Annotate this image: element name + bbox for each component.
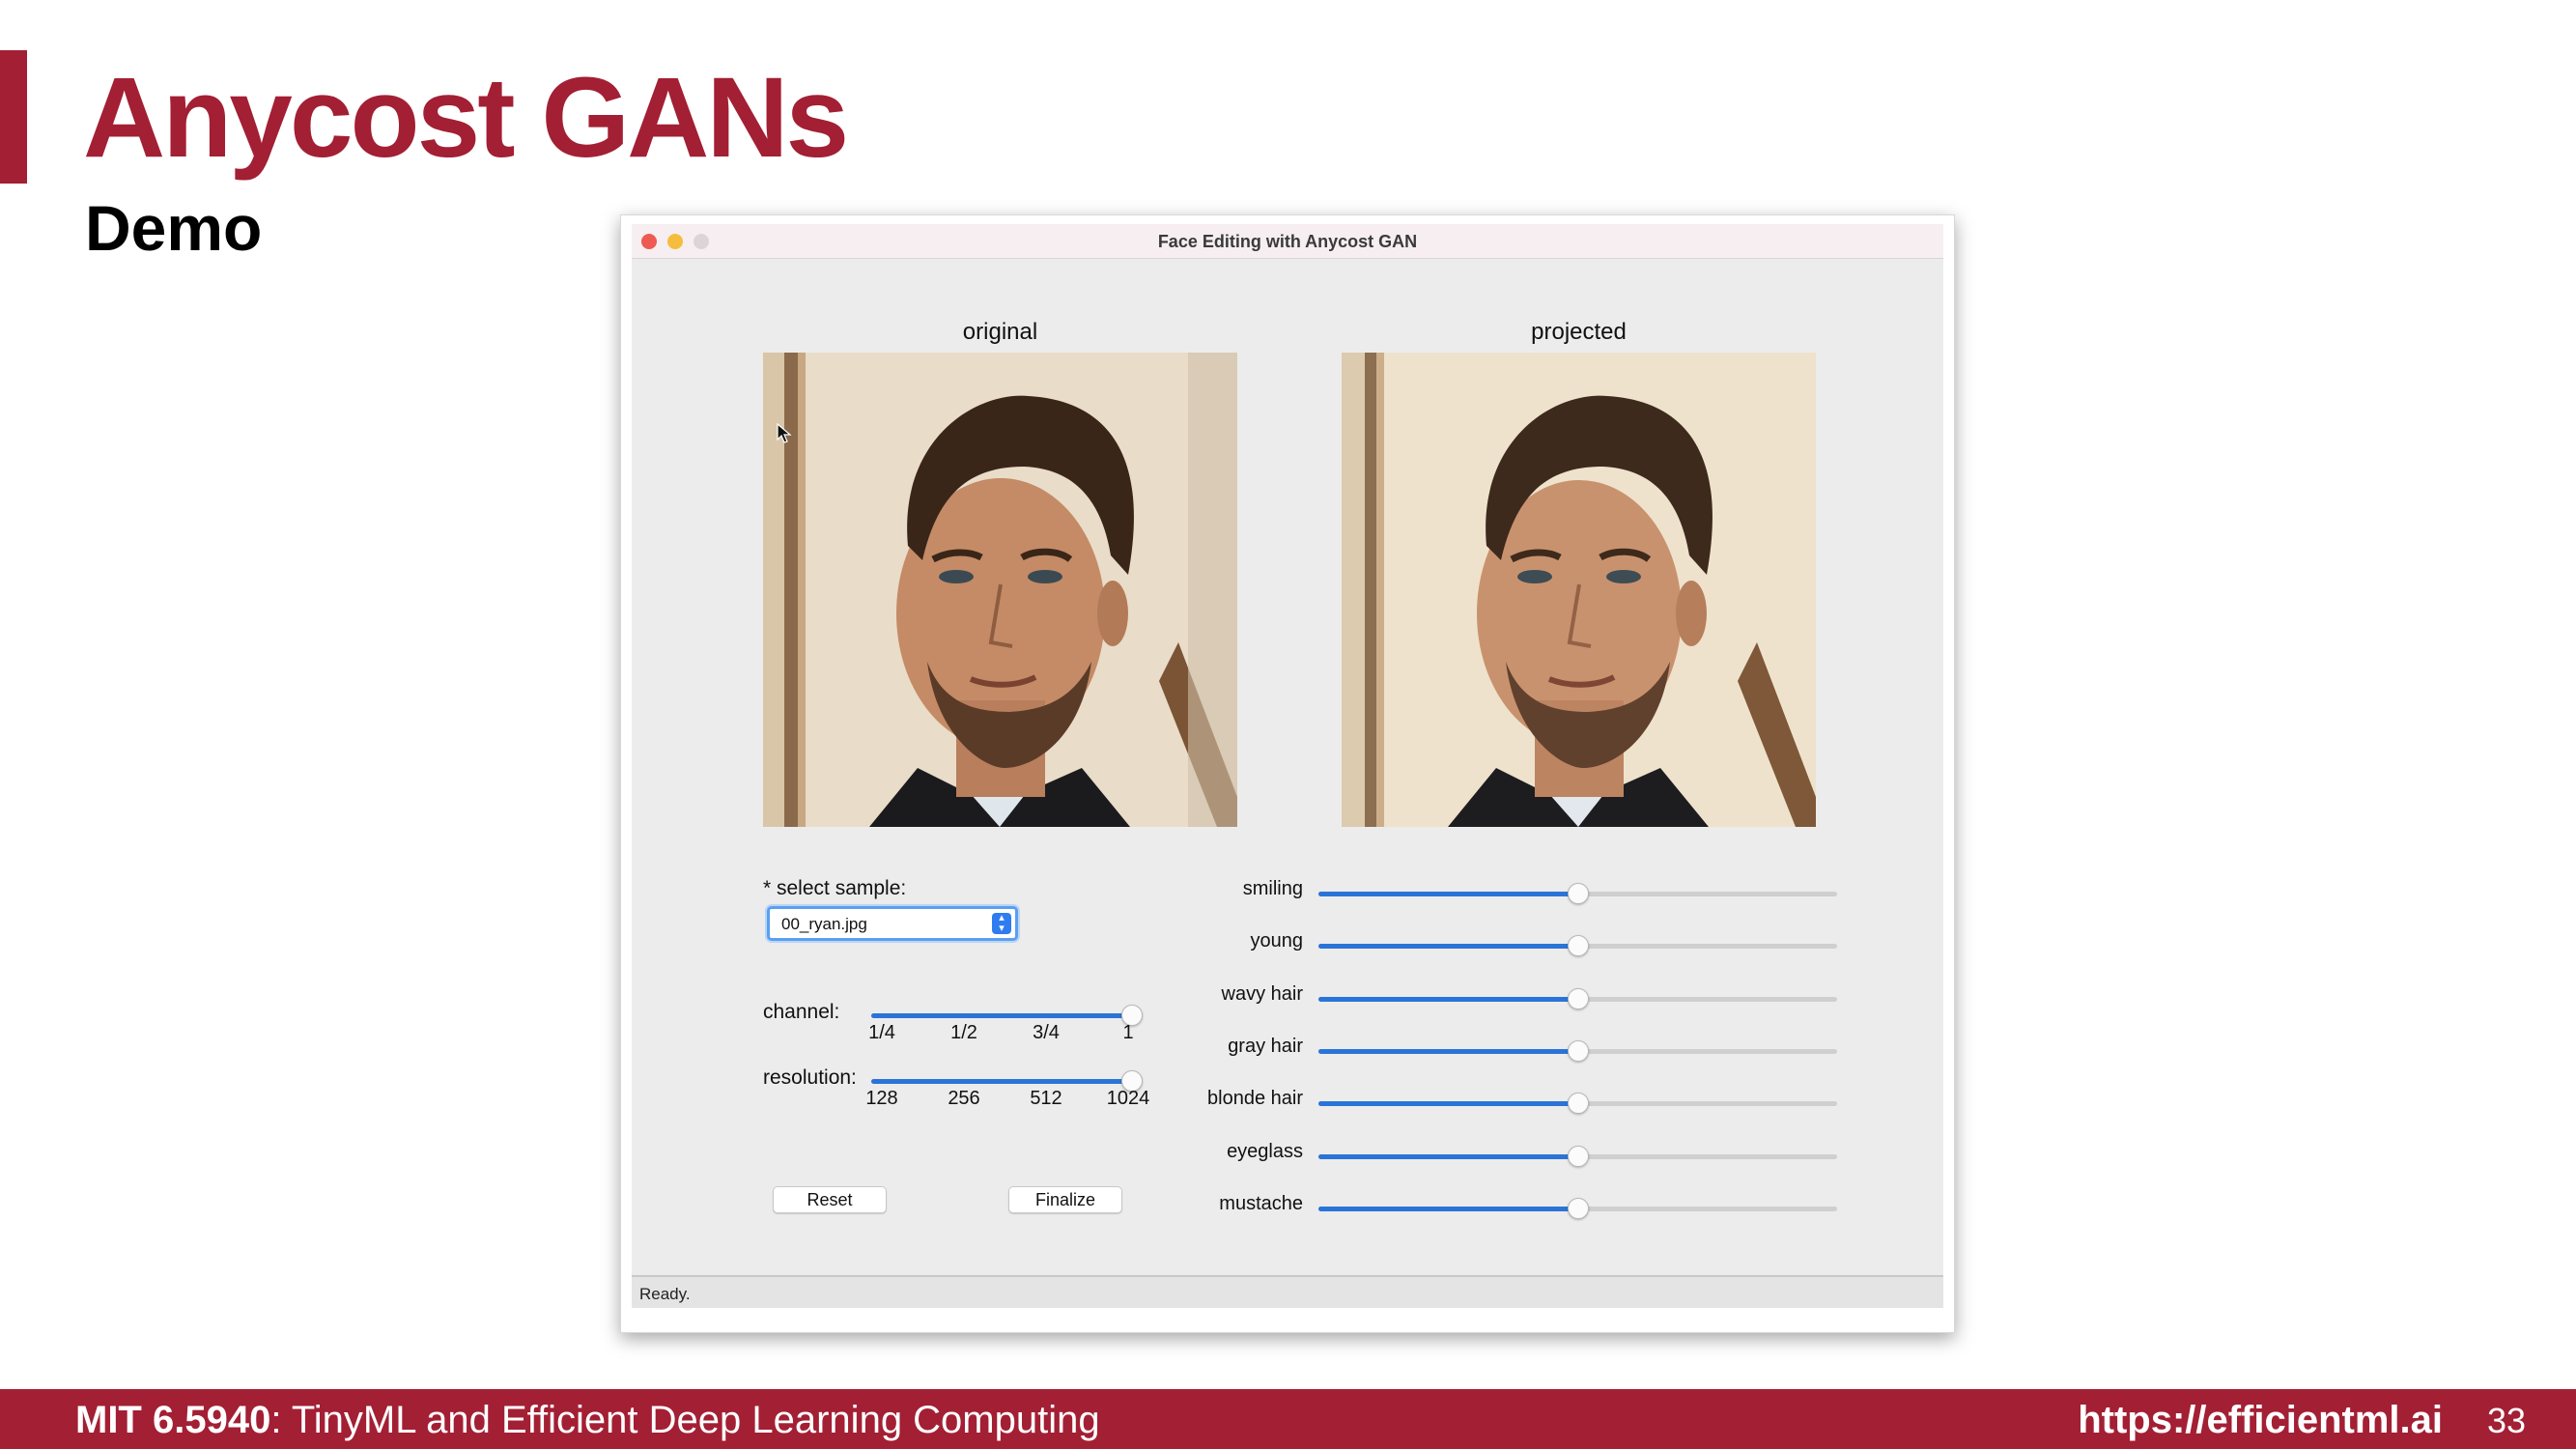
slide: Anycost GANs Demo Face Editing with Anyc… [0, 0, 2576, 1449]
attribute-slider-thumb[interactable] [1567, 883, 1589, 904]
attribute-label: smiling [1242, 878, 1303, 899]
original-image [763, 353, 1237, 827]
footer-url-link[interactable]: https://efficientml.ai [2078, 1399, 2443, 1442]
resolution-slider[interactable] [871, 1070, 1143, 1092]
projected-image [1342, 353, 1816, 827]
attribute-slider-thumb[interactable] [1567, 988, 1589, 1009]
page-number: 33 [2486, 1401, 2526, 1440]
attribute-slider-thumb[interactable] [1567, 1040, 1589, 1062]
attribute-slider-fill [1318, 1049, 1578, 1054]
status-bar: Ready. [632, 1275, 1943, 1308]
attribute-label: blonde hair [1207, 1088, 1303, 1109]
original-label: original [962, 319, 1038, 345]
attribute-slider-fill [1318, 944, 1578, 949]
attribute-slider-fill [1318, 997, 1578, 1002]
attribute-slider[interactable] [1318, 988, 1837, 1009]
attribute-slider-thumb[interactable] [1567, 1198, 1589, 1219]
attribute-label: mustache [1219, 1193, 1303, 1214]
footer-course-name: : TinyML and Efficient Deep Learning Com… [270, 1399, 1100, 1441]
resolution-label: resolution: [763, 1066, 857, 1089]
attribute-slider[interactable] [1318, 935, 1837, 956]
attribute-slider[interactable] [1318, 1040, 1837, 1062]
channel-slider[interactable] [871, 1005, 1143, 1026]
sample-select[interactable]: 00_ryan.jpg ▴ ▾ [767, 906, 1018, 941]
window-title: Face Editing with Anycost GAN [1157, 232, 1418, 251]
projected-label: projected [1531, 319, 1627, 345]
mouse-cursor-icon [777, 422, 792, 449]
app-window: Face Editing with Anycost GAN original p… [632, 224, 1943, 1308]
attribute-slider[interactable] [1318, 1146, 1837, 1167]
resolution-slider-fill [871, 1079, 1132, 1084]
sample-select-value: 00_ryan.jpg [781, 915, 867, 933]
status-text: Ready. [639, 1285, 691, 1303]
attribute-slider-thumb[interactable] [1567, 1093, 1589, 1114]
channel-label: channel: [763, 1001, 840, 1023]
attribute-label: young [1250, 930, 1304, 952]
attribute-slider-fill [1318, 1154, 1578, 1159]
attribute-slider-thumb[interactable] [1567, 935, 1589, 956]
attribute-slider-thumb[interactable] [1567, 1146, 1589, 1167]
attribute-label: gray hair [1228, 1036, 1303, 1057]
attribute-label: eyeglass [1227, 1141, 1303, 1162]
select-arrows-icon: ▴ ▾ [992, 913, 1011, 934]
attribute-slider[interactable] [1318, 883, 1837, 904]
accent-bar [0, 50, 27, 184]
attribute-slider-fill [1318, 892, 1578, 896]
slide-title: Anycost GANs [83, 54, 849, 182]
channel-tick: 3/4 [1033, 1022, 1060, 1043]
channel-slider-fill [871, 1013, 1132, 1018]
resolution-tick: 512 [1030, 1088, 1062, 1109]
footer-bar: MIT 6.5940: TinyML and Efficient Deep Le… [0, 1389, 2576, 1449]
resolution-tick: 256 [948, 1088, 980, 1109]
title-bar[interactable]: Face Editing with Anycost GAN [632, 224, 1943, 259]
attribute-slider[interactable] [1318, 1093, 1837, 1114]
slide-subtitle: Demo [85, 192, 263, 264]
footer-course: MIT 6.5940: TinyML and Efficient Deep Le… [75, 1399, 1100, 1442]
finalize-button[interactable]: Finalize [1008, 1186, 1122, 1213]
resolution-tick: 128 [865, 1088, 898, 1109]
channel-tick: 1/2 [950, 1022, 977, 1043]
footer-course-code: MIT 6.5940 [75, 1399, 271, 1441]
attribute-label: wavy hair [1221, 983, 1303, 1005]
channel-tick: 1/4 [868, 1022, 895, 1043]
attribute-slider-fill [1318, 1101, 1578, 1106]
attribute-slider[interactable] [1318, 1198, 1837, 1219]
attribute-slider-fill [1318, 1207, 1578, 1211]
reset-button[interactable]: Reset [773, 1186, 887, 1213]
select-sample-label: * select sample: [763, 877, 907, 899]
